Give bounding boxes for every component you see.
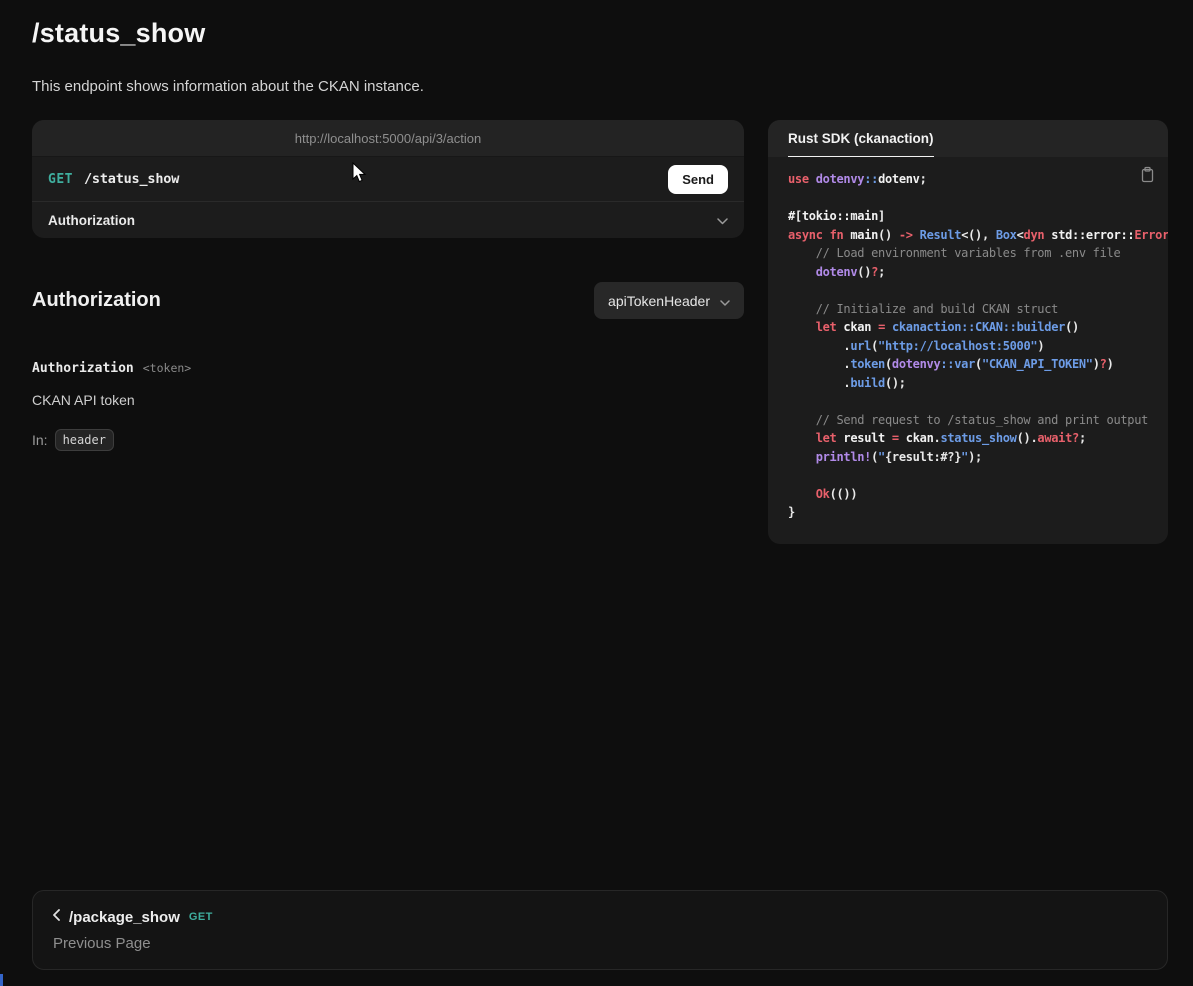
previous-endpoint-path: /package_show bbox=[69, 909, 180, 926]
previous-endpoint-method: GET bbox=[189, 911, 213, 923]
in-value-badge: header bbox=[55, 429, 114, 451]
previous-page-label: Previous Page bbox=[53, 935, 1147, 952]
authorization-heading: Authorization bbox=[32, 289, 161, 312]
in-label: In: bbox=[32, 432, 48, 448]
auth-param-type: <token> bbox=[143, 361, 191, 375]
authorization-row-label: Authorization bbox=[48, 213, 135, 228]
send-button[interactable]: Send bbox=[668, 165, 728, 194]
authorization-collapsible-row[interactable]: Authorization bbox=[32, 201, 744, 238]
code-panel-header: Rust SDK (ckanaction) bbox=[768, 120, 1168, 157]
code-block: use dotenvy::dotenv; #[tokio::main]async… bbox=[788, 170, 1168, 522]
auth-param-row: Authorization <token> bbox=[32, 361, 744, 376]
tab-rust-sdk[interactable]: Rust SDK (ckanaction) bbox=[788, 120, 934, 157]
code-sample-panel: Rust SDK (ckanaction) use dotenvy::doten… bbox=[768, 120, 1168, 544]
page-title: /status_show bbox=[32, 18, 1168, 49]
request-card: http://localhost:5000/api/3/action GET /… bbox=[32, 120, 744, 238]
endpoint-path-label: /status_show bbox=[84, 171, 179, 187]
code-sample-wrap: use dotenvy::dotenv; #[tokio::main]async… bbox=[768, 157, 1168, 544]
previous-endpoint-line: /package_show GET bbox=[53, 908, 1147, 926]
scroll-edge-indicator bbox=[0, 974, 3, 986]
auth-param-name: Authorization bbox=[32, 361, 134, 376]
previous-page-card[interactable]: /package_show GET Previous Page bbox=[32, 890, 1168, 970]
authorization-section-header: Authorization apiTokenHeader bbox=[32, 282, 744, 319]
base-url: http://localhost:5000/api/3/action bbox=[32, 120, 744, 157]
chevron-down-icon bbox=[720, 293, 730, 309]
page: /status_show This endpoint shows informa… bbox=[0, 0, 1193, 986]
auth-scheme-selected-value: apiTokenHeader bbox=[608, 293, 710, 309]
auth-scheme-dropdown[interactable]: apiTokenHeader bbox=[594, 282, 744, 319]
main-column: http://localhost:5000/api/3/action GET /… bbox=[32, 120, 744, 451]
chevron-left-icon bbox=[53, 908, 60, 926]
chevron-down-icon bbox=[717, 213, 728, 228]
auth-in-row: In: header bbox=[32, 429, 744, 451]
auth-param-description: CKAN API token bbox=[32, 392, 744, 408]
copy-clipboard-icon[interactable] bbox=[1140, 166, 1155, 188]
page-description: This endpoint shows information about th… bbox=[32, 78, 1168, 95]
http-method-label: GET bbox=[48, 172, 73, 187]
content-row: http://localhost:5000/api/3/action GET /… bbox=[32, 120, 1168, 544]
request-row: GET /status_show Send bbox=[32, 157, 744, 201]
